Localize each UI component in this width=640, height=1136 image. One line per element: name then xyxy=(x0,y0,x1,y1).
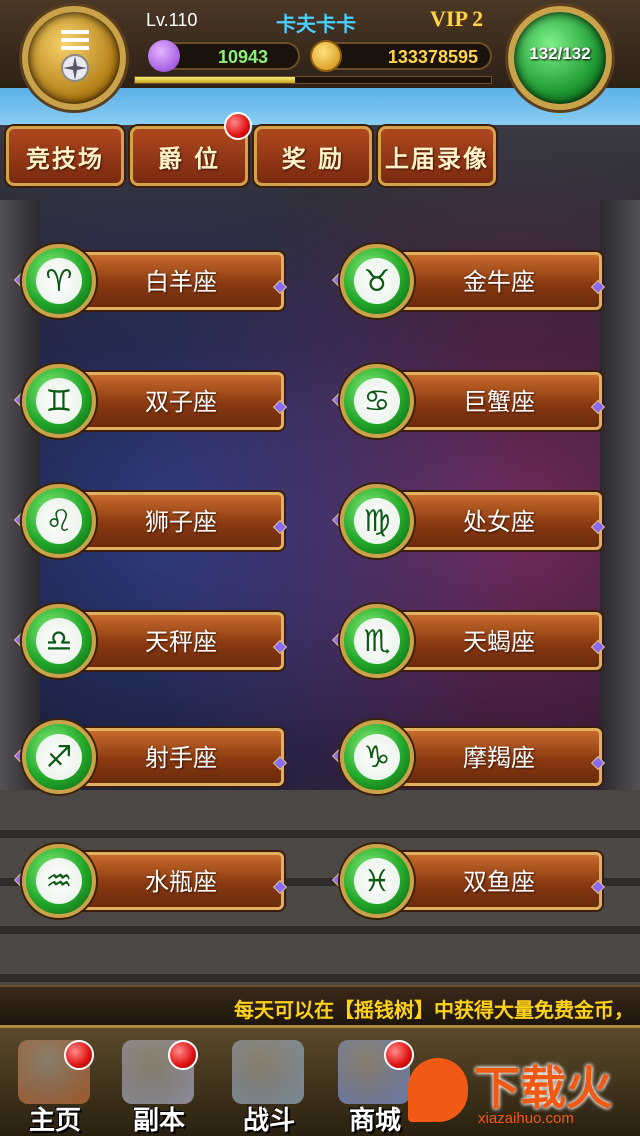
player-name: 卡夫卡卡 xyxy=(276,12,356,36)
zodiac-orb: ♉ xyxy=(340,244,414,318)
notification-dot xyxy=(224,112,252,140)
zodiac-orb: ♍ xyxy=(340,484,414,558)
zodiac-label: 天蝎座 xyxy=(463,628,535,656)
zodiac-button[interactable]: 白羊座 ♈ xyxy=(13,244,288,318)
zodiac-button[interactable]: 天蝎座 ♏ xyxy=(331,604,606,678)
zodiac-orb: ♈ xyxy=(22,244,96,318)
tab-2[interactable]: 奖 励 xyxy=(254,126,372,186)
tip-text: 每天可以在【摇钱树】中获得大量免费金币， xyxy=(234,998,634,1022)
nav-2[interactable]: 战斗 xyxy=(214,1028,324,1136)
tip-marquee: 每天可以在【摇钱树】中获得大量免费金币， xyxy=(0,985,640,1025)
zodiac-button[interactable]: 狮子座 ♌ xyxy=(13,484,288,558)
zodiac-button[interactable]: 巨蟹座 ♋ xyxy=(331,364,606,438)
stone-pillar-right xyxy=(600,200,640,800)
zodiac-symbol-icon: ♓ xyxy=(354,858,400,904)
zodiac-orb: ♏ xyxy=(340,604,414,678)
zodiac-label: 金牛座 xyxy=(463,268,535,296)
zodiac-label: 天秤座 xyxy=(145,628,217,656)
menu-orb[interactable] xyxy=(22,6,126,110)
zodiac-orb: ♒ xyxy=(22,844,96,918)
player-level: Lv.110 xyxy=(146,10,198,30)
zodiac-label: 狮子座 xyxy=(145,508,217,536)
watermark-main: 下载火 xyxy=(474,1061,612,1115)
gold-coin-icon xyxy=(310,40,342,72)
zodiac-symbol-icon: ♍ xyxy=(354,498,400,544)
zodiac-label: 射手座 xyxy=(145,744,217,772)
energy-value: 132/132 xyxy=(529,44,591,63)
nav-label: 战斗 xyxy=(242,1106,295,1136)
energy-orb[interactable]: 132/132 xyxy=(508,6,612,110)
zodiac-label: 水瓶座 xyxy=(145,868,217,896)
swords-icon xyxy=(232,1040,304,1104)
zodiac-symbol-icon: ♏ xyxy=(354,618,400,664)
gem-icon xyxy=(148,40,180,72)
zodiac-orb: ♊ xyxy=(22,364,96,438)
zodiac-label: 处女座 xyxy=(463,508,535,536)
zodiac-button[interactable]: 射手座 ♐ xyxy=(13,720,288,794)
zodiac-label: 巨蟹座 xyxy=(463,388,535,416)
zodiac-label: 双子座 xyxy=(145,388,217,416)
zodiac-symbol-icon: ♒ xyxy=(36,858,82,904)
zodiac-orb: ♎ xyxy=(22,604,96,678)
zodiac-button[interactable]: 天秤座 ♎ xyxy=(13,604,288,678)
zodiac-orb: ♋ xyxy=(340,364,414,438)
zodiac-button[interactable]: 双子座 ♊ xyxy=(13,364,288,438)
gold-counter[interactable]: 133378595 xyxy=(310,40,492,72)
gold-amount: 133378595 xyxy=(387,47,478,67)
zodiac-button[interactable]: 金牛座 ♉ xyxy=(331,244,606,318)
vip-badge[interactable]: VIP 2 xyxy=(430,6,483,32)
notification-dot xyxy=(64,1040,94,1070)
zodiac-button[interactable]: 双鱼座 ♓ xyxy=(331,844,606,918)
zodiac-symbol-icon: ♎ xyxy=(36,618,82,664)
xp-bar xyxy=(134,76,492,84)
menu-icon xyxy=(61,30,89,82)
zodiac-button[interactable]: 水瓶座 ♒ xyxy=(13,844,288,918)
zodiac-symbol-icon: ♉ xyxy=(354,258,400,304)
nav-label: 副本 xyxy=(132,1106,185,1136)
zodiac-symbol-icon: ♌ xyxy=(36,498,82,544)
zodiac-symbol-icon: ♊ xyxy=(36,378,82,424)
nav-0[interactable]: 主页 xyxy=(0,1028,110,1136)
xp-bar-fill xyxy=(135,77,296,83)
gem-amount: 10943 xyxy=(217,47,268,67)
zodiac-button[interactable]: 摩羯座 ♑ xyxy=(331,720,606,794)
watermark-logo-icon xyxy=(408,1058,468,1122)
zodiac-label: 摩羯座 xyxy=(463,744,535,772)
notification-dot xyxy=(168,1040,198,1070)
zodiac-button[interactable]: 处女座 ♍ xyxy=(331,484,606,558)
zodiac-orb: ♐ xyxy=(22,720,96,794)
zodiac-symbol-icon: ♑ xyxy=(354,734,400,780)
nav-label: 主页 xyxy=(28,1106,81,1136)
watermark-sub: xiazaihuo.com xyxy=(478,1110,574,1127)
zodiac-orb: ♑ xyxy=(340,720,414,794)
nav-1[interactable]: 副本 xyxy=(104,1028,214,1136)
zodiac-orb: ♌ xyxy=(22,484,96,558)
gem-counter[interactable]: 10943 xyxy=(148,40,300,72)
zodiac-label: 双鱼座 xyxy=(463,868,535,896)
zodiac-orb: ♓ xyxy=(340,844,414,918)
zodiac-symbol-icon: ♈ xyxy=(36,258,82,304)
zodiac-symbol-icon: ♋ xyxy=(354,378,400,424)
tab-0[interactable]: 竞技场 xyxy=(6,126,124,186)
zodiac-symbol-icon: ♐ xyxy=(36,734,82,780)
tab-3[interactable]: 上届录像 xyxy=(378,126,496,186)
watermark: 下载火 xiazaihuo.com xyxy=(400,1036,640,1136)
zodiac-label: 白羊座 xyxy=(145,268,217,296)
